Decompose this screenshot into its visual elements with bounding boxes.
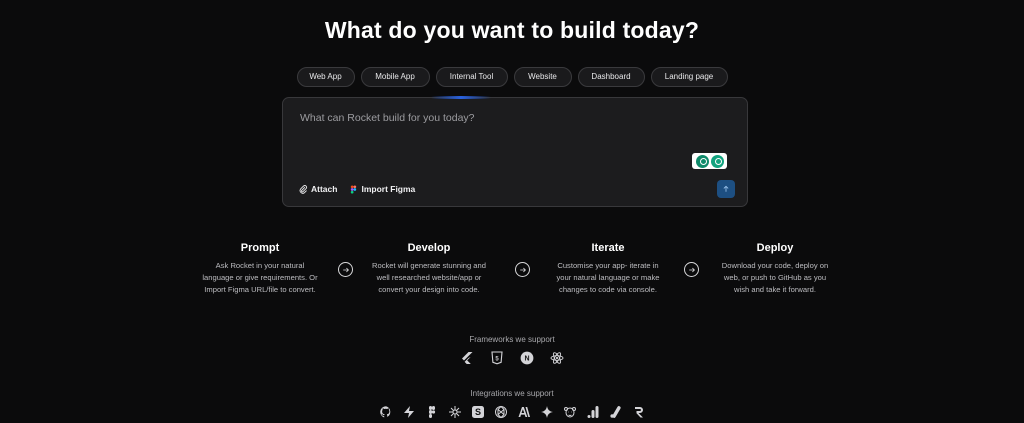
attach-button[interactable]: Attach bbox=[299, 184, 337, 194]
step-title: Prompt bbox=[240, 242, 280, 254]
react-icon bbox=[549, 350, 565, 366]
svg-text:S: S bbox=[474, 407, 480, 417]
arrow-right-icon bbox=[515, 262, 530, 277]
grammarly-icon[interactable] bbox=[710, 154, 724, 168]
frameworks-icons: 5 N bbox=[0, 350, 1024, 366]
prompt-input[interactable] bbox=[300, 112, 700, 124]
step-prompt: Prompt Ask Rocket in your natural languag… bbox=[190, 242, 330, 297]
prompt-box: Attach Import Figma bbox=[282, 96, 748, 207]
arrow-right-icon bbox=[338, 262, 353, 277]
gemini-icon bbox=[539, 404, 555, 420]
grammarly-extension-badge[interactable] bbox=[692, 153, 727, 169]
prompt-actions: Attach Import Figma bbox=[299, 184, 415, 194]
mailchimp-icon bbox=[562, 404, 578, 420]
svg-text:N: N bbox=[524, 356, 529, 363]
step-title: Iterate bbox=[591, 242, 625, 254]
resend-icon bbox=[631, 404, 647, 420]
github-icon bbox=[378, 404, 394, 420]
supabase-icon bbox=[401, 404, 417, 420]
step-title: Deploy bbox=[756, 242, 794, 254]
send-button[interactable] bbox=[717, 180, 735, 198]
chip-internal-tool[interactable]: Internal Tool bbox=[435, 67, 508, 87]
google-analytics-icon bbox=[585, 404, 601, 420]
flutter-icon bbox=[459, 350, 475, 366]
adsense-icon bbox=[608, 404, 624, 420]
template-chips: Web App Mobile App Internal Tool Website… bbox=[0, 67, 1024, 87]
figma-icon bbox=[424, 404, 440, 420]
figma-icon bbox=[351, 184, 357, 194]
step-description: Rocket will generate stunning and well re… bbox=[372, 261, 486, 295]
chip-web-app[interactable]: Web App bbox=[296, 67, 355, 87]
step-description: Download your code, deploy on web, or pus… bbox=[721, 261, 829, 295]
nextjs-icon: N bbox=[519, 350, 535, 366]
step-title: Develop bbox=[407, 242, 451, 254]
anthropic-icon bbox=[516, 404, 532, 420]
step-description: Customise your app- iterate in your natur… bbox=[556, 261, 660, 295]
chip-landing-page[interactable]: Landing page bbox=[650, 67, 728, 87]
extension-icon[interactable] bbox=[695, 154, 709, 168]
html5-icon: 5 bbox=[489, 350, 505, 366]
page-title: What do you want to build today? bbox=[324, 17, 700, 43]
import-figma-button[interactable]: Import Figma bbox=[349, 184, 415, 194]
svg-text:5: 5 bbox=[495, 356, 499, 362]
step-description: Ask Rocket in your natural language or gi… bbox=[202, 261, 318, 295]
openai-icon bbox=[493, 404, 509, 420]
stripe-icon: S bbox=[470, 404, 486, 420]
perplexity-icon bbox=[447, 404, 463, 420]
step-deploy: Deploy Download your code, deploy on web,… bbox=[705, 242, 845, 297]
paperclip-icon bbox=[299, 184, 307, 194]
import-figma-label: Import Figma bbox=[361, 184, 416, 194]
chip-website[interactable]: Website bbox=[513, 67, 572, 87]
arrow-right-icon bbox=[684, 262, 699, 277]
step-develop: Develop Rocket will generate stunning an… bbox=[359, 242, 499, 297]
arrow-up-icon bbox=[723, 185, 729, 192]
integrations-icons: S bbox=[0, 404, 1024, 420]
frameworks-label: Frameworks we support bbox=[469, 335, 555, 344]
attach-label: Attach bbox=[311, 184, 338, 194]
chip-mobile-app[interactable]: Mobile App bbox=[360, 67, 430, 87]
integrations-label: Integrations we support bbox=[470, 389, 554, 398]
chip-dashboard[interactable]: Dashboard bbox=[577, 67, 645, 87]
how-it-works: Prompt Ask Rocket in your natural languag… bbox=[190, 242, 840, 302]
step-iterate: Iterate Customise your app- iterate in yo… bbox=[538, 242, 678, 297]
focus-glow bbox=[431, 96, 491, 99]
